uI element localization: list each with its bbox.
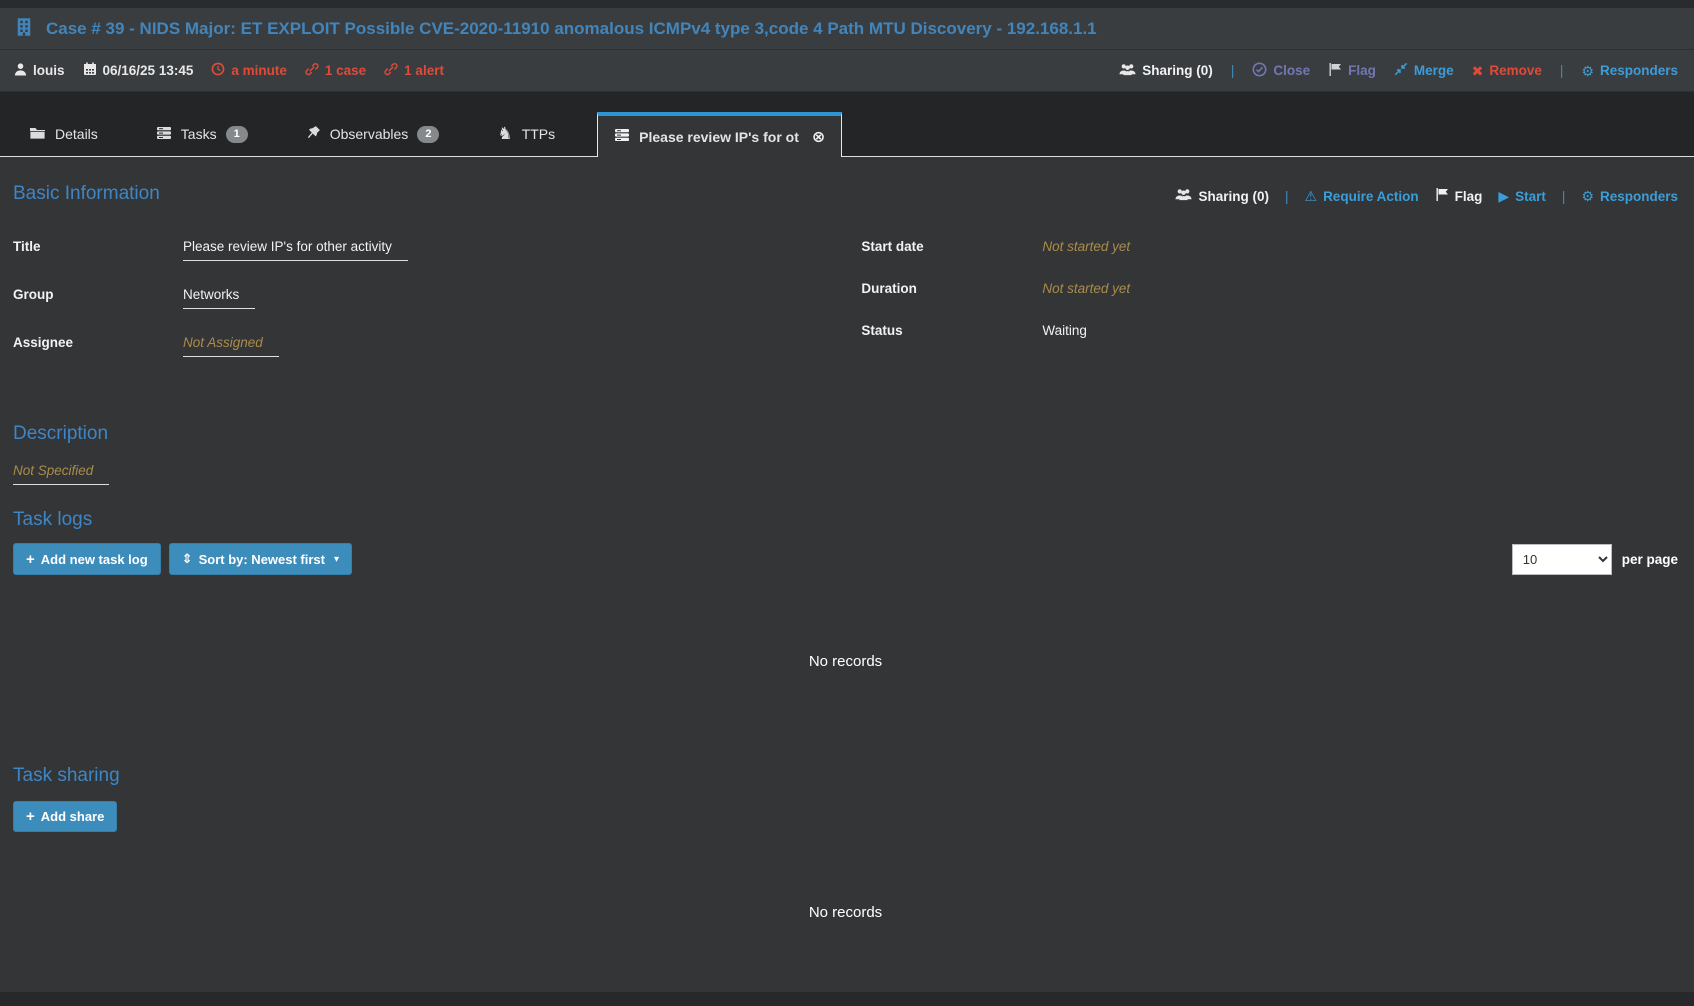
plus-icon: + <box>26 552 35 567</box>
clock-icon <box>211 62 225 79</box>
task-sharing-heading: Task sharing <box>13 765 1678 787</box>
separator: | <box>1285 189 1289 204</box>
play-icon: ▶ <box>1498 189 1509 203</box>
window-top-strip <box>0 0 1694 8</box>
require-action-button[interactable]: ⚠ Require Action <box>1305 189 1419 204</box>
duration-label: Duration <box>861 281 1042 296</box>
start-date-label: Start date <box>861 239 1042 254</box>
task-detail-panel: Basic Information Sharing (0) | ⚠ Requir… <box>0 157 1694 992</box>
case-sharing-button[interactable]: Sharing (0) <box>1119 63 1213 79</box>
field-start-date: Start date Not started yet <box>861 239 1678 255</box>
flag-task-button[interactable]: Flag <box>1435 187 1483 205</box>
user-icon <box>14 62 27 79</box>
case-tab-bar: Details Tasks 1 Observables 2 ♞ TTPs Ple… <box>0 92 1694 157</box>
check-circle-icon <box>1252 62 1267 80</box>
sort-icon: ⇕ <box>182 551 193 567</box>
status-value: Waiting <box>1042 323 1087 338</box>
title-label: Title <box>13 239 183 254</box>
start-task-button[interactable]: ▶ Start <box>1498 189 1546 204</box>
remove-case-button[interactable]: ✖ Remove <box>1472 63 1542 78</box>
field-title: Title Please review IP's for other activ… <box>13 239 845 261</box>
title-value[interactable]: Please review IP's for other activity <box>183 239 408 261</box>
task-sharing-button[interactable]: Sharing (0) <box>1175 188 1269 204</box>
group-label: Group <box>13 287 183 302</box>
tasks-icon <box>614 128 630 145</box>
per-page-select[interactable]: 10 <box>1512 544 1612 575</box>
plus-icon: + <box>26 809 35 824</box>
merge-icon <box>1394 62 1408 79</box>
basic-information-form: Title Please review IP's for other activ… <box>13 239 1678 383</box>
field-duration: Duration Not started yet <box>861 281 1678 297</box>
building-icon <box>14 17 34 40</box>
separator: | <box>1231 63 1235 78</box>
tab-ttps[interactable]: ♞ TTPs <box>481 112 571 156</box>
flag-case-button[interactable]: Flag <box>1328 62 1376 80</box>
case-created-date: 06/16/25 13:45 <box>83 62 194 79</box>
description-value[interactable]: Not Specified <box>13 463 109 485</box>
merge-case-button[interactable]: Merge <box>1394 62 1454 79</box>
group-value[interactable]: Networks <box>183 287 255 309</box>
calendar-icon <box>83 62 97 79</box>
flag-icon <box>1435 187 1449 205</box>
linked-alerts[interactable]: 1 alert <box>384 62 444 79</box>
task-action-bar: Sharing (0) | ⚠ Require Action Flag ▶ St… <box>1175 187 1678 205</box>
case-title: Case # 39 - NIDS Major: ET EXPLOIT Possi… <box>46 19 1097 39</box>
case-owner: louis <box>14 62 65 79</box>
people-icon <box>1119 63 1136 79</box>
assignee-value[interactable]: Not Assigned <box>183 335 279 357</box>
close-case-button[interactable]: Close <box>1252 62 1310 80</box>
case-meta-bar: louis 06/16/25 13:45 a minute 1 case 1 a… <box>0 50 1694 92</box>
gear-icon: ⚙ <box>1581 64 1594 78</box>
add-task-log-button[interactable]: + Add new task log <box>13 543 161 575</box>
chess-knight-icon: ♞ <box>497 124 512 144</box>
duration-value: Not started yet <box>1042 281 1130 296</box>
separator: | <box>1560 63 1564 78</box>
pushpin-icon <box>306 125 321 143</box>
link-icon <box>384 62 398 79</box>
gear-icon: ⚙ <box>1581 189 1594 203</box>
tab-tasks[interactable]: Tasks 1 <box>140 112 264 156</box>
tab-observables[interactable]: Observables 2 <box>290 112 456 156</box>
per-page-label: per page <box>1622 552 1678 567</box>
people-icon <box>1175 188 1192 204</box>
tasks-icon <box>156 126 172 143</box>
assignee-label: Assignee <box>13 335 183 350</box>
close-tab-icon[interactable]: ⊗ <box>812 127 825 147</box>
link-icon <box>305 62 319 79</box>
task-logs-toolbar: + Add new task log ⇕ Sort by: Newest fir… <box>13 543 1678 575</box>
tasks-count-badge: 1 <box>226 126 248 143</box>
sort-task-logs-button[interactable]: ⇕ Sort by: Newest first ▾ <box>169 543 352 575</box>
task-responders-button[interactable]: ⚙ Responders <box>1581 189 1678 204</box>
basic-information-heading: Basic Information <box>13 183 160 205</box>
case-header: Case # 39 - NIDS Major: ET EXPLOIT Possi… <box>0 8 1694 50</box>
tab-details[interactable]: Details <box>13 112 114 156</box>
linked-cases[interactable]: 1 case <box>305 62 366 79</box>
status-label: Status <box>861 323 1042 338</box>
caret-down-icon: ▾ <box>334 554 339 565</box>
start-date-value: Not started yet <box>1042 239 1130 254</box>
flag-icon <box>1328 62 1342 80</box>
warning-icon: ⚠ <box>1305 189 1318 203</box>
task-logs-empty-message: No records <box>13 653 1678 670</box>
field-assignee: Assignee Not Assigned <box>13 335 845 357</box>
observables-count-badge: 2 <box>417 126 439 143</box>
field-group: Group Networks <box>13 287 845 309</box>
x-icon: ✖ <box>1472 64 1484 78</box>
tab-task-please-review[interactable]: Please review IP's for ot ⊗ <box>597 112 842 157</box>
separator: | <box>1562 189 1566 204</box>
task-logs-heading: Task logs <box>13 509 1678 531</box>
add-share-button[interactable]: + Add share <box>13 801 117 832</box>
responders-button[interactable]: ⚙ Responders <box>1581 63 1678 78</box>
case-age: a minute <box>211 62 287 79</box>
description-heading: Description <box>13 423 1678 445</box>
window-bottom-strip <box>0 992 1694 1006</box>
folder-icon <box>29 126 46 143</box>
task-sharing-empty-message: No records <box>13 904 1678 921</box>
field-status: Status Waiting <box>861 323 1678 339</box>
